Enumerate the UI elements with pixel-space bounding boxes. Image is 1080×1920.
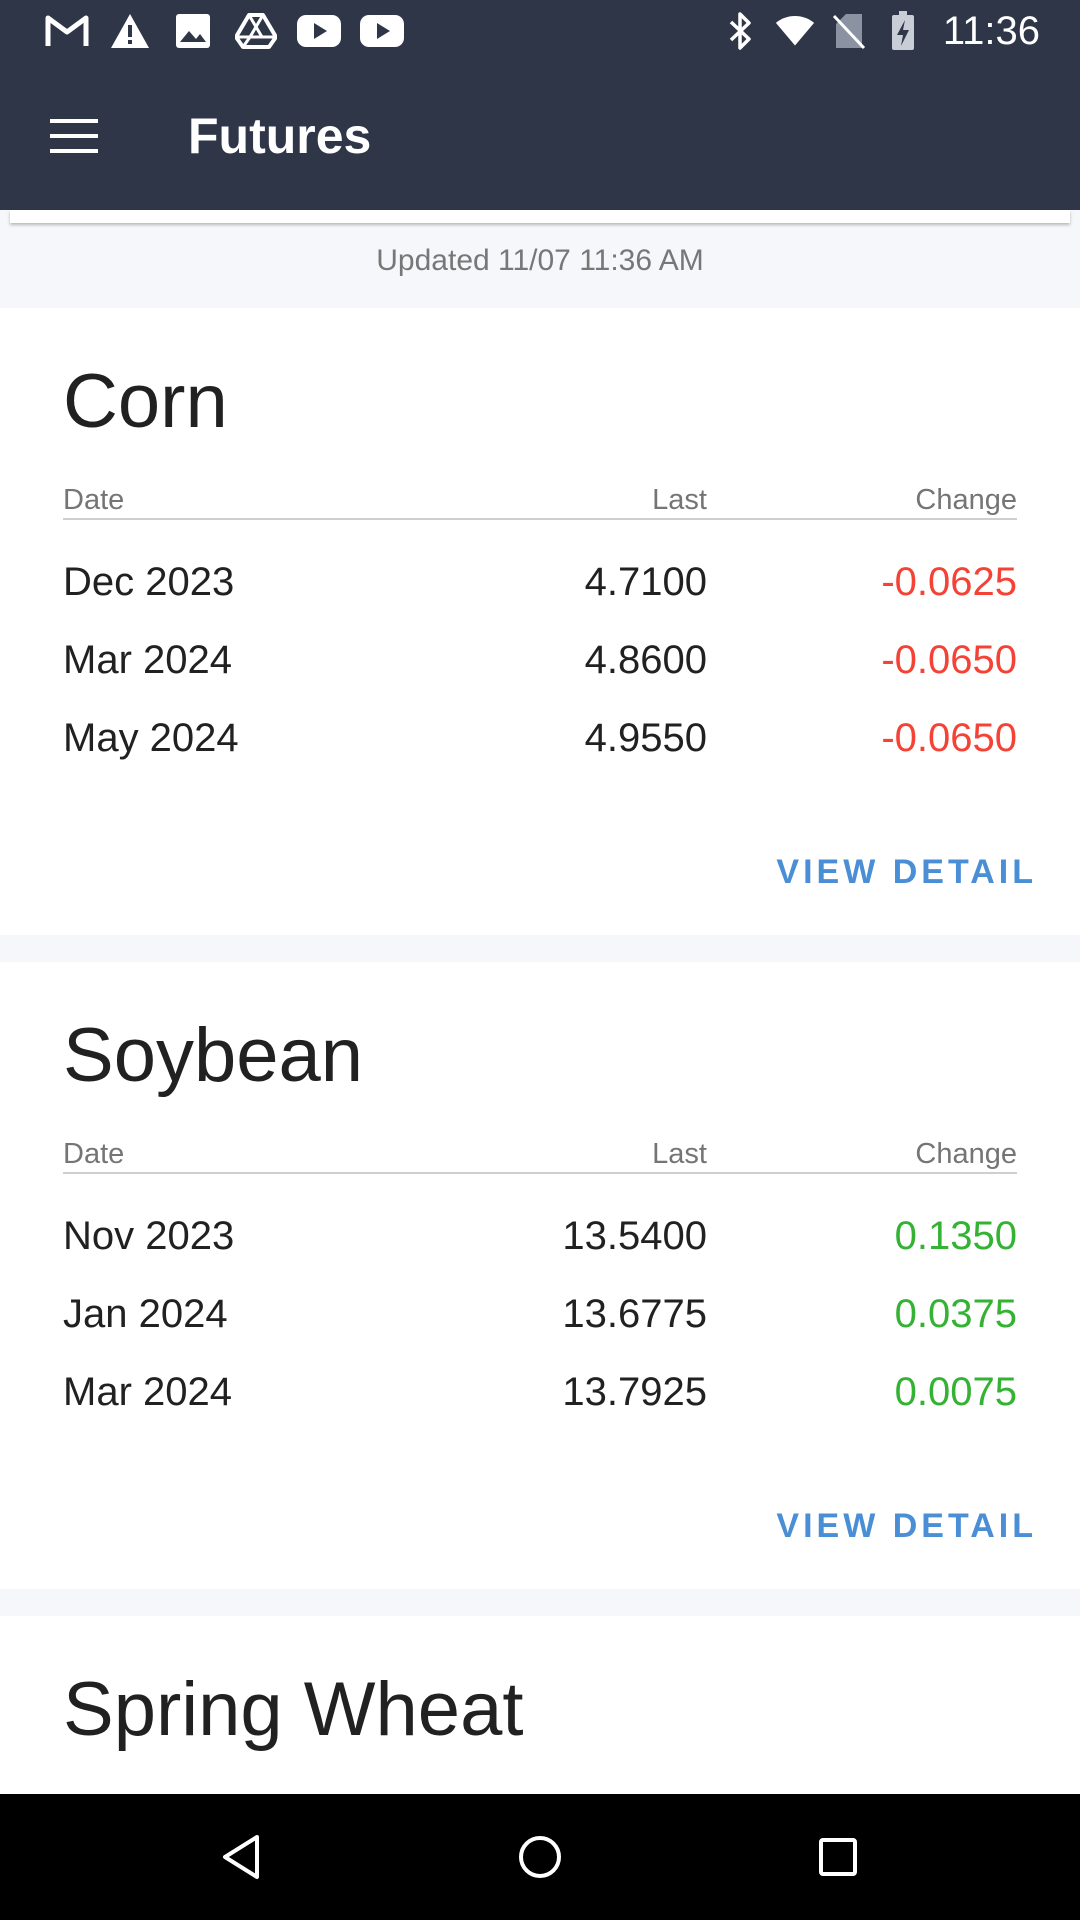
recents-icon[interactable] (805, 1824, 871, 1890)
header-date: Date (63, 1138, 125, 1170)
navigation-bar (0, 1794, 1080, 1920)
wifi-icon (775, 11, 815, 51)
row-date: Mar 2024 (63, 1370, 232, 1414)
home-icon[interactable] (507, 1824, 573, 1890)
alert-icon (107, 11, 153, 51)
updated-timestamp: Updated 11/07 11:36 AM (376, 244, 704, 277)
row-last: 4.8600 (584, 638, 707, 682)
card-title: Soybean (63, 1013, 364, 1098)
row-date: Dec 2023 (63, 560, 235, 604)
row-change: -0.0650 (881, 638, 1017, 682)
card-spring-wheat: Spring Wheat (0, 1616, 1080, 1794)
table-row: Dec 2023 4.7100 -0.0625 (63, 560, 1017, 610)
app-bar-shadow (10, 210, 1070, 223)
view-detail-button[interactable]: VIEW DETAIL (776, 853, 1037, 892)
row-change: -0.0650 (881, 716, 1017, 760)
header-date: Date (63, 484, 125, 516)
youtube-icon (296, 11, 342, 51)
header-last: Last (652, 484, 707, 516)
row-date: Mar 2024 (63, 638, 232, 682)
header-change: Change (915, 1138, 1017, 1170)
drive-icon (233, 11, 279, 51)
row-change: -0.0625 (881, 560, 1017, 604)
bluetooth-icon (721, 11, 761, 51)
table-row: Nov 2023 13.5400 0.1350 (63, 1214, 1017, 1264)
table-header: Date Last Change (63, 484, 1017, 520)
gmail-icon (44, 11, 90, 51)
row-last: 13.6775 (562, 1292, 707, 1336)
table-header: Date Last Change (63, 1138, 1017, 1174)
table-row: May 2024 4.9550 -0.0650 (63, 716, 1017, 766)
status-bar: 11:36 (0, 0, 1080, 62)
page-title: Futures (188, 108, 372, 164)
row-last: 4.7100 (584, 560, 707, 604)
table-row: Mar 2024 4.8600 -0.0650 (63, 638, 1017, 688)
notification-icons (44, 11, 422, 51)
battery-charging-icon (883, 11, 923, 51)
row-date: May 2024 (63, 716, 239, 760)
row-last: 13.5400 (562, 1214, 707, 1258)
header-change: Change (915, 484, 1017, 516)
card-title: Corn (63, 359, 228, 444)
hamburger-menu-icon[interactable] (42, 104, 106, 168)
row-date: Nov 2023 (63, 1214, 235, 1258)
row-last: 13.7925 (562, 1370, 707, 1414)
row-last: 4.9550 (584, 716, 707, 760)
row-date: Jan 2024 (63, 1292, 228, 1336)
row-change: 0.0375 (894, 1292, 1017, 1336)
card-soybean: Soybean Date Last Change Nov 2023 13.540… (0, 962, 1080, 1589)
youtube-icon (359, 11, 405, 51)
row-change: 0.1350 (894, 1214, 1017, 1258)
card-corn: Corn Date Last Change Dec 2023 4.7100 -0… (0, 308, 1080, 935)
no-sim-icon (829, 11, 869, 51)
status-time: 11:36 (942, 8, 1040, 53)
row-change: 0.0075 (894, 1370, 1017, 1414)
table-row: Jan 2024 13.6775 0.0375 (63, 1292, 1017, 1342)
system-icons: 11:36 (721, 9, 1040, 54)
back-icon[interactable] (208, 1824, 274, 1890)
image-icon (170, 11, 216, 51)
card-title: Spring Wheat (63, 1667, 524, 1752)
table-row: Mar 2024 13.7925 0.0075 (63, 1370, 1017, 1420)
view-detail-button[interactable]: VIEW DETAIL (776, 1507, 1037, 1546)
header-last: Last (652, 1138, 707, 1170)
app-bar: Futures (0, 62, 1080, 210)
